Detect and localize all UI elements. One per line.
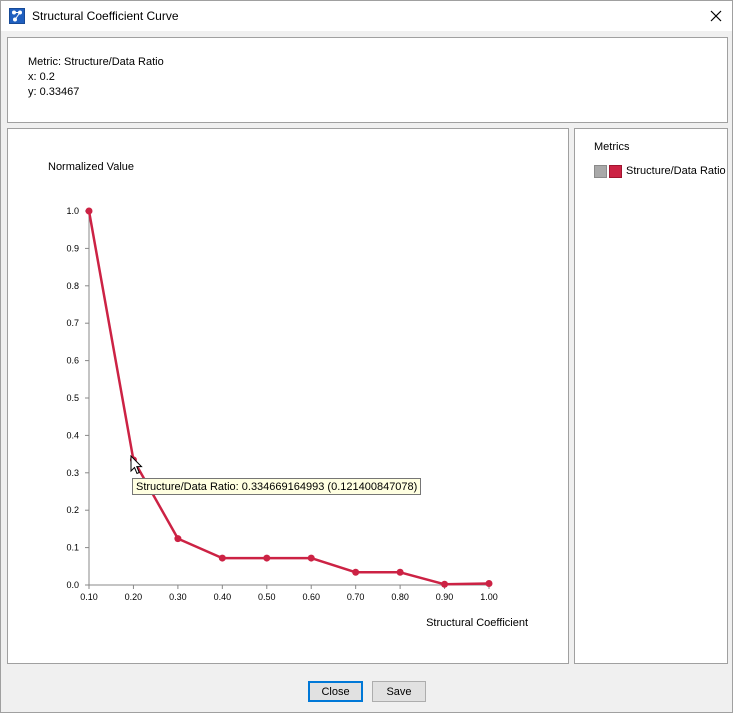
data-point [263,554,271,562]
data-point [307,554,315,562]
x-tick-label: 0.20 [125,592,143,602]
chart-panel[interactable]: Normalized Value Structural Coefficient 0.… [7,128,569,664]
metric-readout: Metric: Structure/Data Ratio [28,56,164,68]
y-tick-label: 0.5 [66,393,79,403]
dialog-window: Structural Coefficient Curve Metric: Str… [0,0,733,713]
close-button[interactable]: Close [308,681,363,702]
y-tick-label: 1.0 [66,206,79,216]
x-tick-label: 0.50 [258,592,276,602]
network-graph-icon [9,8,25,24]
x-tick-label: 0.90 [436,592,454,602]
data-point [218,554,226,562]
line-chart[interactable]: Normalized Value Structural Coefficient 0.… [8,129,570,665]
data-point [441,580,449,588]
y-tick-label: 0.7 [66,318,79,328]
data-point [352,568,360,576]
legend-item-label: Structure/Data Ratio [626,165,726,177]
window-title: Structural Coefficient Curve [32,9,179,23]
y-tick-label: 0.3 [66,468,79,478]
y-readout: y: 0.33467 [28,86,80,98]
y-tick-label: 0.0 [66,580,79,590]
data-point-tooltip: Structure/Data Ratio: 0.334669164993 (0.… [132,478,422,495]
x-tick-label: 0.60 [302,592,320,602]
save-button[interactable]: Save [372,681,426,702]
data-point [396,568,404,576]
close-icon[interactable] [698,1,733,31]
legend-title: Metrics [594,141,630,153]
x-tick-label: 0.10 [80,592,98,602]
x-tick-label: 1.00 [480,592,498,602]
x-tick-label: 0.70 [347,592,365,602]
legend-color-swatch [609,164,622,178]
legend-item[interactable]: Structure/Data Ratio [594,164,726,178]
data-point [174,535,182,543]
y-tick-label: 0.4 [66,430,79,440]
mouse-cursor-icon [130,454,144,478]
x-tick-label: 0.30 [169,592,187,602]
data-point [485,580,493,588]
y-tick-label: 0.6 [66,356,79,366]
y-tick-label: 0.8 [66,281,79,291]
series-line [87,210,490,586]
data-point [85,207,93,215]
legend-panel: Metrics Structure/Data Ratio [574,128,728,664]
x-readout: x: 0.2 [28,71,55,83]
y-axis-title: Normalized Value [48,161,134,173]
y-tick-label: 0.9 [66,243,79,253]
x-tick-label: 0.80 [391,592,409,602]
title-bar[interactable]: Structural Coefficient Curve [1,1,732,31]
y-tick-label: 0.1 [66,543,79,553]
y-tick-label: 0.2 [66,505,79,515]
x-tick-label: 0.40 [214,592,232,602]
point-info-panel: Metric: Structure/Data Ratio x: 0.2 y: 0… [7,37,728,123]
x-axis-title: Structural Coefficient [426,617,528,629]
legend-toggle-swatch[interactable] [594,164,607,178]
